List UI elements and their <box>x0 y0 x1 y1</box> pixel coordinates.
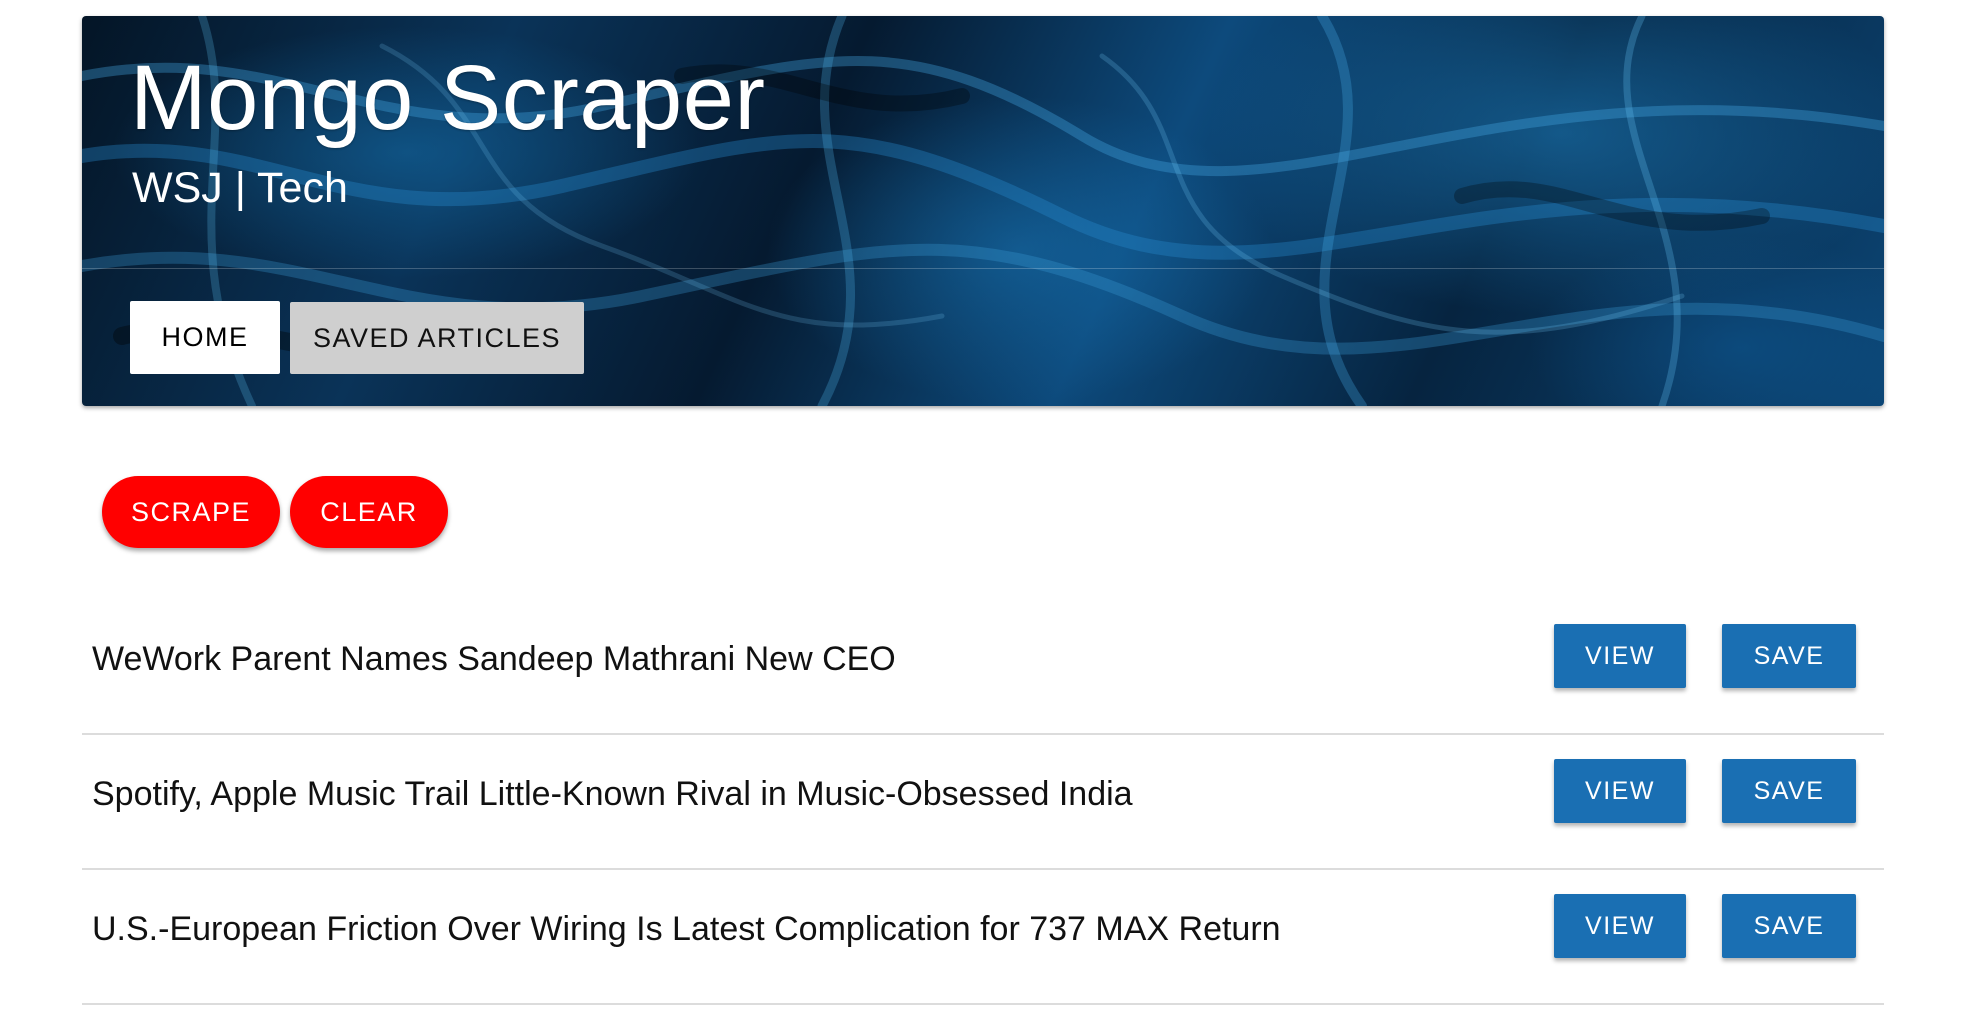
article-title: U.S.-European Friction Over Wiring Is La… <box>92 910 1281 948</box>
page: Mongo Scraper WSJ | Tech HOME SAVED ARTI… <box>0 0 1964 1014</box>
article-title: Spotify, Apple Music Trail Little-Known … <box>92 775 1133 813</box>
view-article-button[interactable]: VIEW <box>1554 624 1686 688</box>
article-row: U.S.-European Friction Over Wiring Is La… <box>82 870 1884 1005</box>
article-list: WeWork Parent Names Sandeep Mathrani New… <box>82 600 1884 1005</box>
article-row: Spotify, Apple Music Trail Little-Known … <box>82 735 1884 870</box>
save-article-button[interactable]: SAVE <box>1722 759 1856 823</box>
clear-button[interactable]: CLEAR <box>290 476 448 548</box>
save-article-button[interactable]: SAVE <box>1722 894 1856 958</box>
article-row: WeWork Parent Names Sandeep Mathrani New… <box>82 600 1884 735</box>
header-jumbotron: Mongo Scraper WSJ | Tech HOME SAVED ARTI… <box>82 16 1884 406</box>
saved-articles-nav-button[interactable]: SAVED ARTICLES <box>290 302 584 374</box>
scrape-button[interactable]: SCRAPE <box>102 476 280 548</box>
page-title: Mongo Scraper <box>130 47 766 149</box>
home-nav-button[interactable]: HOME <box>130 301 280 374</box>
article-title: WeWork Parent Names Sandeep Mathrani New… <box>92 640 896 678</box>
save-article-button[interactable]: SAVE <box>1722 624 1856 688</box>
view-article-button[interactable]: VIEW <box>1554 894 1686 958</box>
page-subtitle: WSJ | Tech <box>132 164 348 212</box>
header-divider <box>82 268 1884 269</box>
view-article-button[interactable]: VIEW <box>1554 759 1686 823</box>
